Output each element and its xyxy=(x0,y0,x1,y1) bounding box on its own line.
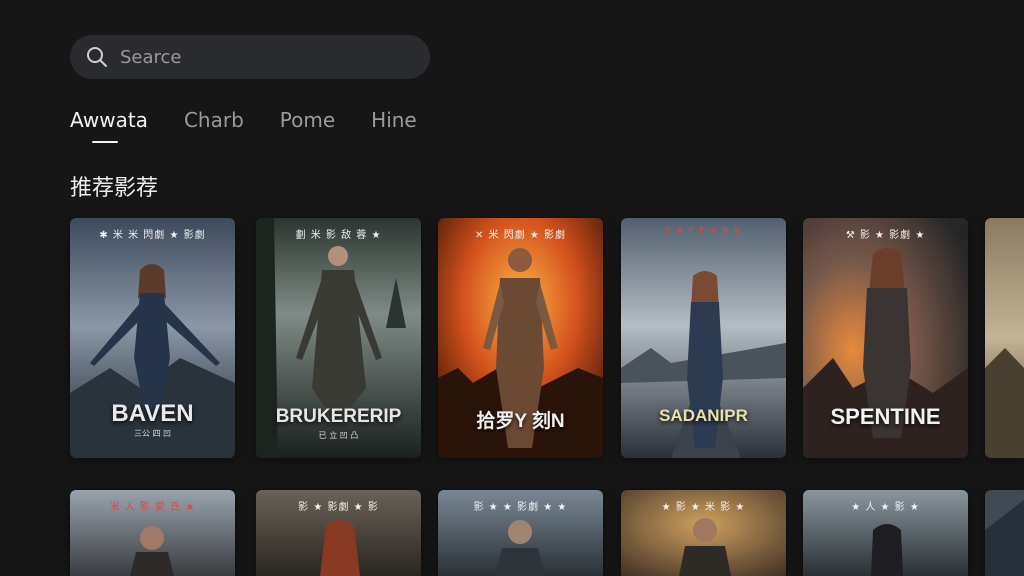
movie-poster-card[interactable]: 米 人 影 愛 氏 ★ xyxy=(70,490,235,576)
poster-title: SPENTINE xyxy=(830,404,941,429)
movie-poster-card[interactable]: 劃 米 影 敌 蓉 ★ BRUKERERIP 已 立 凹 凸 xyxy=(256,218,421,458)
movie-poster-card[interactable]: ✕ 米 閃劇 ★ 影劇 拾罗Y 刻N xyxy=(438,218,603,458)
active-tab-indicator xyxy=(92,141,118,143)
poster-credits: ✱ 米 米 閃劇 ★ 影劇 xyxy=(99,230,206,241)
movie-poster-card-partial[interactable] xyxy=(985,490,1024,576)
category-tabs: Awwata Charb Pome Hine xyxy=(70,108,453,143)
poster-credits: 劃 米 影 敌 蓉 ★ xyxy=(295,230,382,241)
poster-title: BRUKERERIP xyxy=(275,406,402,427)
search-bar[interactable] xyxy=(70,35,430,79)
tab-label: Pome xyxy=(279,108,336,132)
movie-poster-card[interactable]: 影 ★ 影劇 ★ 影 xyxy=(256,490,421,576)
tab-charb[interactable]: Charb xyxy=(184,108,244,132)
tab-awwata[interactable]: Awwata xyxy=(70,108,148,143)
search-input[interactable] xyxy=(118,45,402,69)
search-icon xyxy=(86,46,108,68)
poster-credits: 米 人 影 愛 氏 ★ xyxy=(109,502,196,513)
tab-pome[interactable]: Pome xyxy=(280,108,335,132)
tab-label: Hine xyxy=(371,108,417,132)
movie-poster-card[interactable]: 影 ★ ★ 影劇 ★ ★ xyxy=(438,490,603,576)
poster-title: 拾罗Y 刻N xyxy=(476,411,565,432)
poster-art xyxy=(985,490,1024,576)
tab-label: Charb xyxy=(183,108,244,132)
poster-title: SADANIPR xyxy=(659,406,748,425)
poster-credits: ★ 影 ★ 米 影 ★ xyxy=(661,502,746,513)
movie-poster-card-partial[interactable] xyxy=(985,218,1024,458)
movie-poster-card[interactable]: F A F F A R K SADANIPR xyxy=(621,218,786,458)
poster-credits: ✕ 米 閃劇 ★ 影劇 xyxy=(474,230,567,241)
movie-poster-card[interactable]: ★ 影 ★ 米 影 ★ xyxy=(621,490,786,576)
poster-credits: 影 ★ 影劇 ★ 影 xyxy=(298,502,379,513)
section-title: 推荐影荐 xyxy=(70,176,159,201)
poster-credits: F A F F A R K xyxy=(665,226,742,237)
movie-poster-card[interactable]: ⚒ 影 ★ 影劇 ★ SPENTINE xyxy=(803,218,968,458)
poster-credits: ★ 人 ★ 影 ★ xyxy=(851,502,920,513)
poster-art xyxy=(985,218,1024,458)
poster-subtitle: 已 立 凹 凸 xyxy=(318,431,359,440)
tab-label: Awwata xyxy=(70,108,148,132)
poster-subtitle: 三公 四 凹 xyxy=(133,429,172,438)
tab-hine[interactable]: Hine xyxy=(371,108,417,132)
poster-credits: 影 ★ ★ 影劇 ★ ★ xyxy=(473,502,568,513)
poster-credits: ⚒ 影 ★ 影劇 ★ xyxy=(845,230,926,241)
poster-title: BAVEN xyxy=(111,400,194,427)
movie-poster-card[interactable]: ✱ 米 米 閃劇 ★ 影劇 BAVEN 三公 四 凹 xyxy=(70,218,235,458)
movie-poster-card[interactable]: ★ 人 ★ 影 ★ xyxy=(803,490,968,576)
